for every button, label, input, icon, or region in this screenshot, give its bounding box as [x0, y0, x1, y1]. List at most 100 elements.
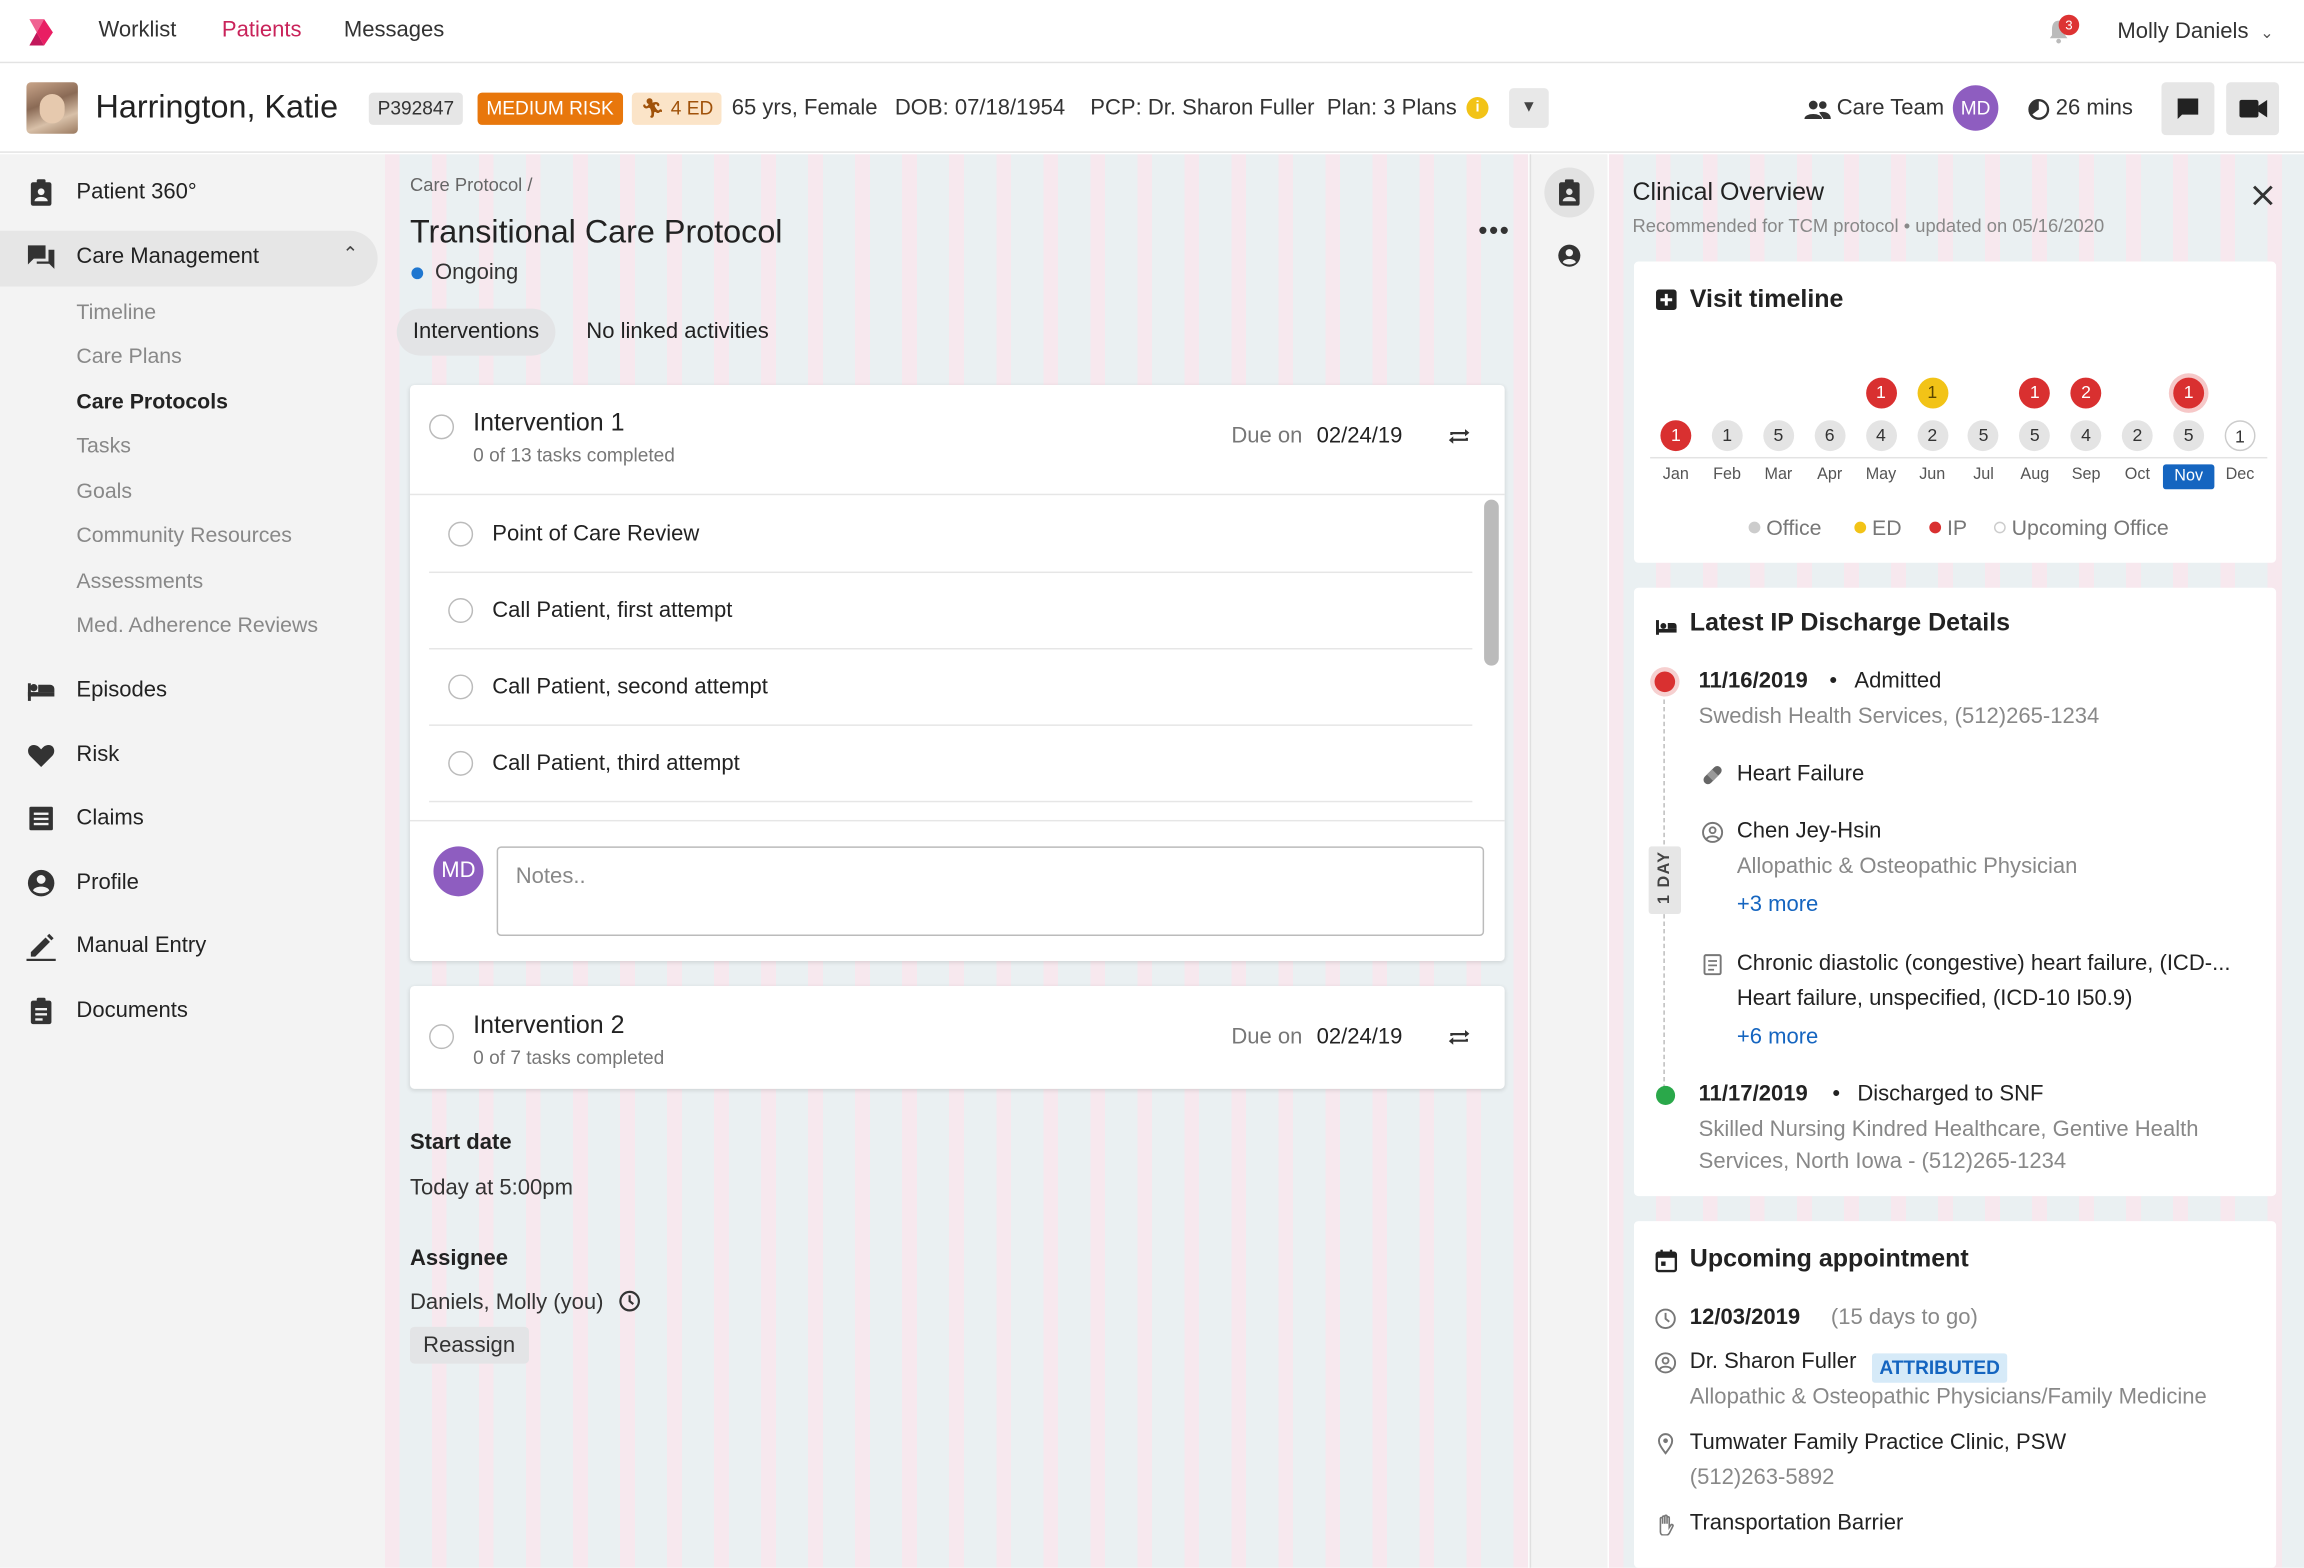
- repeat-icon[interactable]: [1447, 425, 1471, 449]
- month-label[interactable]: Sep: [2060, 466, 2111, 484]
- repeat-icon[interactable]: [1447, 1026, 1471, 1050]
- visit-count-office[interactable]: 6: [1814, 420, 1846, 452]
- sidebar-subitem-tasks[interactable]: Tasks: [76, 435, 130, 459]
- task-radio[interactable]: [448, 521, 474, 547]
- patient-name: Harrington, Katie: [95, 88, 339, 125]
- visit-count-office[interactable]: 4: [2070, 420, 2102, 452]
- profile-tab[interactable]: [1544, 231, 1594, 281]
- nav-patients[interactable]: Patients: [222, 18, 302, 43]
- info-icon[interactable]: i: [1466, 96, 1489, 120]
- month-label[interactable]: Jul: [1958, 466, 2009, 484]
- user-menu[interactable]: Molly Daniels ⌄: [2117, 19, 2273, 44]
- intervention-card-2[interactable]: Intervention 2 0 of 7 tasks completed Du…: [409, 985, 1505, 1089]
- visit-count-upcoming[interactable]: 1: [2224, 420, 2256, 452]
- visit-count-office[interactable]: 1: [1711, 420, 1743, 452]
- task-radio[interactable]: [448, 750, 474, 776]
- intervention-radio[interactable]: [429, 414, 455, 440]
- expand-header-button[interactable]: ▼: [1509, 88, 1549, 128]
- calendar-icon: [1655, 1249, 1678, 1273]
- bullet-separator: •: [1832, 1081, 1841, 1107]
- clinical-overview-tab[interactable]: [1544, 167, 1595, 218]
- reassign-button[interactable]: Reassign: [409, 1326, 529, 1364]
- more-options-icon[interactable]: •••: [1478, 216, 1510, 247]
- chevron-up-icon[interactable]: ⌃: [342, 242, 358, 266]
- tab-interventions[interactable]: Interventions: [396, 308, 556, 356]
- visit-count-office[interactable]: 4: [1865, 420, 1897, 452]
- visit-count-ip[interactable]: 2: [2070, 377, 2102, 409]
- visit-count-ed[interactable]: 1: [1916, 377, 1948, 409]
- task-row[interactable]: Call Patient, third attempt: [429, 726, 1473, 803]
- month-label[interactable]: May: [1855, 466, 1906, 484]
- sidebar-item-profile[interactable]: Profile: [0, 857, 385, 910]
- sidebar-subitem-care-plans[interactable]: Care Plans: [76, 345, 181, 369]
- clock-icon[interactable]: [619, 1290, 641, 1312]
- intervention-subtitle: 0 of 13 tasks completed: [473, 443, 675, 466]
- month-label[interactable]: Dec: [2214, 466, 2265, 484]
- month-label[interactable]: Apr: [1804, 466, 1855, 484]
- visit-count-ip[interactable]: 1: [1660, 420, 1692, 452]
- condition: Heart Failure: [1736, 761, 1865, 787]
- hand-icon: [1659, 1514, 1674, 1536]
- clipboard-user-icon: [1559, 179, 1580, 206]
- month-label[interactable]: Jan: [1650, 466, 1701, 484]
- physician-type: Allopathic & Osteopathic Physician: [1736, 853, 2078, 879]
- visit-count-ip[interactable]: 1: [1865, 377, 1897, 409]
- task-row[interactable]: Point of Care Review: [429, 497, 1473, 574]
- sidebar-item-episodes[interactable]: Episodes: [0, 664, 385, 717]
- nav-worklist[interactable]: Worklist: [98, 18, 176, 43]
- task-row[interactable]: Call Patient, second attempt: [429, 649, 1473, 726]
- month-label[interactable]: Jun: [1907, 466, 1958, 484]
- chat-button[interactable]: [2161, 82, 2215, 136]
- sidebar-item-claims[interactable]: Claims: [0, 792, 385, 845]
- sidebar-item-documents[interactable]: Documents: [0, 984, 385, 1037]
- sidebar-subitem-care-protocols[interactable]: Care Protocols: [76, 391, 228, 415]
- tab-linked-activities[interactable]: No linked activities: [586, 319, 769, 344]
- task-radio[interactable]: [448, 598, 474, 624]
- sidebar-item-manual-entry[interactable]: Manual Entry: [0, 920, 385, 973]
- discharge-date: 11/17/2019: [1698, 1081, 1808, 1107]
- video-call-button[interactable]: [2226, 82, 2280, 136]
- task-list-scrollbar[interactable]: [1484, 499, 1499, 666]
- sidebar-subitem-community-resources[interactable]: Community Resources: [76, 525, 292, 549]
- notes-author-avatar: MD: [433, 846, 484, 897]
- nav-messages[interactable]: Messages: [344, 18, 444, 43]
- visit-count-office[interactable]: 5: [1968, 420, 1999, 452]
- month-label[interactable]: Oct: [2112, 466, 2163, 484]
- visit-count-ip[interactable]: 1: [2019, 377, 2051, 409]
- notes-input[interactable]: Notes..: [496, 846, 1485, 937]
- month-label[interactable]: Mar: [1753, 466, 1804, 484]
- month-label[interactable]: Feb: [1701, 466, 1752, 484]
- visit-count-office[interactable]: 5: [2173, 420, 2205, 452]
- patient-plan: Plan: 3 Plans: [1326, 95, 1457, 121]
- intervention-radio[interactable]: [429, 1024, 455, 1050]
- assignee-value: Daniels, Molly (you): [409, 1290, 604, 1316]
- task-radio[interactable]: [448, 674, 474, 700]
- breadcrumb[interactable]: Care Protocol /: [410, 175, 533, 196]
- physician-more-link[interactable]: +3 more: [1737, 892, 1818, 917]
- sidebar-subitem-med-adherence[interactable]: Med. Adherence Reviews: [76, 614, 318, 638]
- app-logo-icon[interactable]: [24, 16, 56, 48]
- legend-label: ED: [1872, 517, 1902, 541]
- visit-count-office[interactable]: 2: [2121, 420, 2153, 452]
- care-team-label[interactable]: Care Team: [1837, 96, 1944, 121]
- visit-count-ip[interactable]: 1: [2173, 377, 2205, 409]
- chat-icon: [2177, 98, 2199, 120]
- visit-count-office[interactable]: 5: [2019, 420, 2051, 452]
- discharge-status: Discharged to SNF: [1857, 1081, 2044, 1107]
- sidebar-subitem-timeline[interactable]: Timeline: [76, 301, 156, 325]
- legend-upcoming: Upcoming Office: [1993, 517, 2169, 541]
- visit-count-office[interactable]: 5: [1762, 420, 1794, 452]
- care-team-avatar[interactable]: MD: [1952, 85, 1999, 131]
- month-label[interactable]: Aug: [2009, 466, 2060, 484]
- sidebar-item-risk[interactable]: Risk: [0, 729, 385, 782]
- legend-dot: [1854, 521, 1867, 534]
- visit-count-office[interactable]: 2: [1916, 420, 1948, 452]
- task-row[interactable]: Call Patient, first attempt: [429, 573, 1473, 650]
- sidebar-item-patient-360[interactable]: Patient 360°: [0, 166, 385, 219]
- close-icon[interactable]: [2251, 184, 2275, 208]
- month-label[interactable]: Nov: [2162, 464, 2215, 490]
- sidebar-item-care-management[interactable]: Care Management ⌃: [0, 231, 385, 284]
- sidebar-subitem-assessments[interactable]: Assessments: [76, 570, 203, 594]
- sidebar-subitem-goals[interactable]: Goals: [76, 480, 132, 504]
- diagnosis-more-link[interactable]: +6 more: [1737, 1024, 1818, 1049]
